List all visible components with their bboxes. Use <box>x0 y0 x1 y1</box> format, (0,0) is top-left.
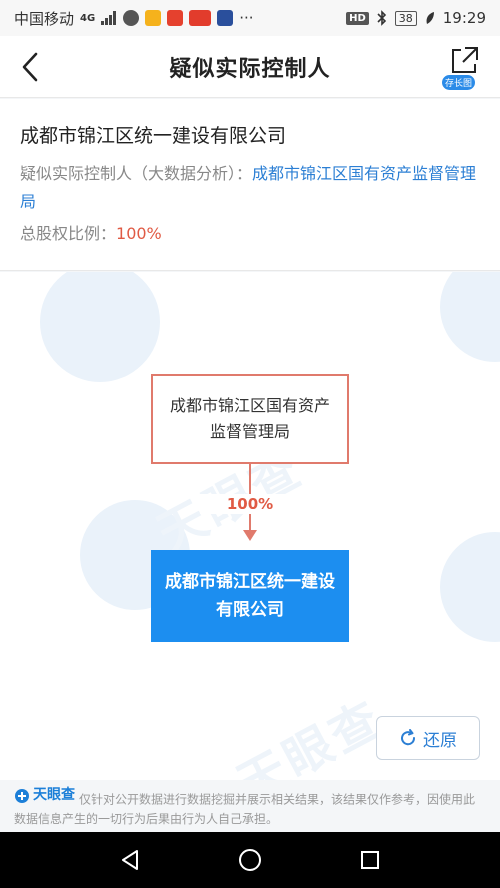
battery-indicator: 38 <box>394 10 417 26</box>
brand-logo: 天眼查 <box>14 786 75 805</box>
controller-row: 疑似实际控制人（大数据分析）：成都市锦江区国有资产监督管理局 <box>20 160 480 216</box>
save-long-image-badge: 存长图 <box>442 75 476 90</box>
app-blue-icon <box>217 10 234 26</box>
tianyancha-logo-icon <box>15 788 29 803</box>
system-nav-bar <box>0 832 500 888</box>
back-button[interactable] <box>12 48 48 86</box>
brand-name: 天眼查 <box>33 787 75 803</box>
disclaimer-text: 仅针对公开数据进行数据挖掘并展示相关结果，该结果仅作参考，因使用此数据信息产生的… <box>14 792 476 826</box>
disclaimer-footer: 天眼查 仅针对公开数据进行数据挖掘并展示相关结果，该结果仅作参考，因使用此数据信… <box>0 780 500 832</box>
watermark-logo <box>40 272 160 382</box>
chat-app-icon <box>123 10 140 26</box>
news-app-icon <box>189 10 212 26</box>
signal-icon <box>101 11 117 25</box>
arrow-down-icon <box>243 530 257 541</box>
ratio-row: 总股权比例：100% <box>20 220 480 248</box>
nav-back-button[interactable] <box>110 840 150 880</box>
hd-badge: HD <box>346 11 369 25</box>
nav-home-button[interactable] <box>230 840 270 880</box>
restore-label: 还原 <box>423 730 457 751</box>
refresh-icon <box>401 729 416 746</box>
circle-home-icon <box>239 849 261 871</box>
app-red-icon <box>167 10 184 26</box>
clock: 19:29 <box>442 9 486 27</box>
carrier-text: 中国移动 <box>14 9 75 28</box>
app-yellow-icon <box>145 10 162 26</box>
triangle-back-icon <box>122 850 138 870</box>
controller-node[interactable]: 成都市锦江区国有资产监督管理局 <box>151 374 349 464</box>
more-notifications: ··· <box>239 9 254 27</box>
ratio-value: 100% <box>116 224 162 243</box>
watermark-text: 天眼查 <box>228 690 393 780</box>
company-node[interactable]: 成都市锦江区统一建设有限公司 <box>151 550 349 642</box>
company-name: 成都市锦江区统一建设有限公司 <box>20 125 287 147</box>
page-title: 疑似实际控制人 <box>169 56 331 82</box>
leaf-icon <box>426 12 434 24</box>
share-icon <box>452 47 478 73</box>
watermark-logo <box>440 272 500 362</box>
controller-info-card: 成都市锦江区统一建设有限公司 疑似实际控制人（大数据分析）：成都市锦江区国有资产… <box>0 99 500 271</box>
status-right: HD 38 19:29 <box>346 9 486 27</box>
control-diagram[interactable]: 天眼查 天眼查 成都市锦江区国有资产监督管理局 100% 成都市锦江区统一建设有… <box>0 272 500 780</box>
status-left: 中国移动 4G ··· <box>14 8 254 29</box>
watermark-logo <box>440 532 500 642</box>
restore-button[interactable]: 还原 <box>376 716 480 760</box>
status-bar: 中国移动 4G ··· HD 38 19:29 <box>0 0 500 36</box>
bluetooth-icon <box>377 10 386 26</box>
app-header: 疑似实际控制人 存长图 <box>0 36 500 98</box>
chevron-left-icon <box>22 52 38 82</box>
square-recents-icon <box>361 851 379 869</box>
ratio-label: 总股权比例： <box>20 224 117 243</box>
controller-label: 疑似实际控制人（大数据分析）： <box>20 164 253 183</box>
nav-recents-button[interactable] <box>350 840 390 880</box>
network-text: 4G <box>80 12 96 24</box>
save-long-image-button[interactable]: 存长图 <box>442 44 484 90</box>
ownership-percent: 100% <box>200 494 300 514</box>
